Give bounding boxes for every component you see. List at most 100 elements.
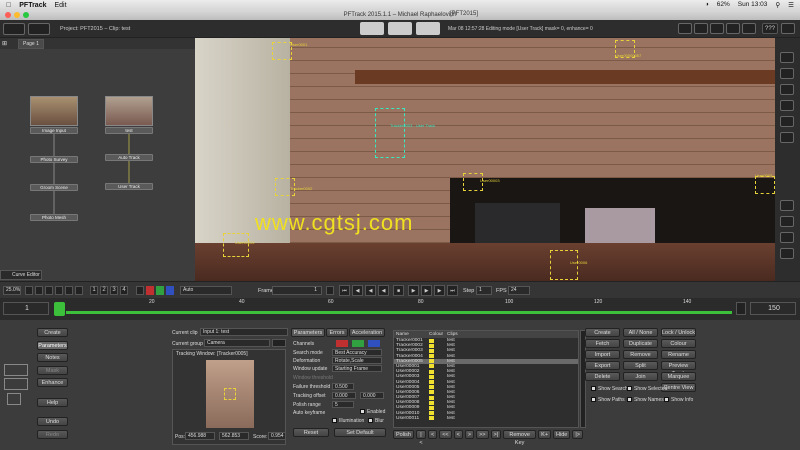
show-paths-checkbox[interactable]: Show Paths [591,397,625,403]
pos-y-field[interactable]: 562.853 [219,432,249,440]
redo-button[interactable]: Redo [37,430,68,439]
list-footer-button[interactable]: |< [415,430,426,446]
fps-field[interactable]: 24 [508,286,530,295]
frame-field[interactable]: 1 [272,286,322,295]
play-back-button[interactable]: ◀ [365,285,376,296]
overlay-icon[interactable] [780,200,794,211]
next-frame-button[interactable]: ▶ [408,285,419,296]
minimize-window-button[interactable] [14,12,20,18]
column-colour[interactable]: Colour [429,331,447,338]
go-start-button[interactable]: ⏮ [339,285,350,296]
list-footer-button[interactable]: |> [572,430,583,439]
preview-track-button[interactable]: Preview Track [661,361,696,377]
zoom-icon[interactable] [45,286,53,295]
settings-icon[interactable] [710,23,724,34]
set-default-button[interactable]: Set Default [334,428,386,437]
display-mode-select[interactable]: Auto [180,286,232,295]
triple-view-icon[interactable] [780,132,794,143]
go-end-button[interactable]: ⏭ [447,285,458,296]
list-footer-button[interactable]: Polish [393,430,414,439]
view-3-button[interactable]: 3 [110,286,118,295]
view-1-button[interactable]: 1 [90,286,98,295]
duplicate-button[interactable]: Duplicate [623,339,658,348]
sync-view-icon[interactable] [388,22,412,35]
step-field[interactable]: 1 [476,286,492,295]
tracker-marker[interactable] [223,233,249,257]
node-view-icon[interactable] [3,23,25,35]
channel-green-icon[interactable] [156,286,164,295]
loop-icon[interactable] [326,286,334,295]
remove-button[interactable]: Remove [623,350,658,359]
marquee-button[interactable]: Marquee [661,372,696,381]
list-footer-button[interactable]: K+ [538,430,552,439]
wifi-icon[interactable]: ◑ [705,1,709,9]
fetch-button[interactable]: Fetch [585,339,620,348]
movie-icon[interactable] [742,23,756,34]
view-4-button[interactable]: 4 [120,286,128,295]
apple-icon[interactable]:  [6,2,11,9]
list-footer-button[interactable]: > [464,430,475,439]
menu-list-icon[interactable]: ☰ [788,1,794,9]
tools-icon[interactable] [28,23,50,35]
step-back-button[interactable]: ◀ [352,285,363,296]
channel-blue-icon[interactable] [166,286,174,295]
tracker-marker[interactable] [755,176,775,194]
track-tool-icon[interactable] [4,364,28,376]
clock[interactable]: Sun 13:03 [738,1,768,9]
notes-tab-button[interactable]: Notes [37,353,68,362]
failure-threshold-field[interactable]: 0.500 [332,383,354,390]
snapshot-icon[interactable] [726,23,740,34]
show-search-checkbox[interactable]: Show Search [591,386,628,392]
rename-button[interactable]: Rename [661,350,696,359]
lock-unlock-button[interactable]: Lock / Unlock [661,328,696,337]
stop-button[interactable]: ■ [393,285,404,296]
export-button[interactable]: Export [585,361,620,370]
timeline-playhead[interactable] [54,302,65,316]
horizontal-view-icon[interactable] [780,100,794,111]
colour-icon[interactable] [780,232,794,243]
show-names-checkbox[interactable]: Show Names [627,397,664,403]
menu-edit[interactable]: Edit [55,2,67,9]
list-footer-button[interactable]: Remove Key [503,430,537,446]
list-footer-button[interactable]: < [453,430,463,439]
tracker-marker[interactable] [272,42,292,60]
column-clips[interactable]: Clips [447,331,487,338]
menu-app[interactable]: PFTrack [19,2,46,9]
vertical-view-icon[interactable] [780,116,794,127]
tracker-marker[interactable] [550,250,578,280]
list-footer-button[interactable]: Hide [553,430,571,439]
timeline-track[interactable] [66,311,732,314]
parameters-tab-button[interactable]: Parameters [37,341,68,350]
delete-button[interactable]: Delete [585,372,620,381]
curve-editor-button[interactable]: Curve Editor [0,270,42,280]
fit-icon[interactable] [25,286,33,295]
create-tab-button[interactable]: Create [37,328,68,337]
import-button[interactable]: Import [585,350,620,359]
pan-icon[interactable] [35,286,43,295]
blur-checkbox[interactable]: Blur [368,418,384,424]
group-add-icon[interactable] [272,339,286,347]
list-footer-button[interactable]: >| [490,430,502,439]
show-selected-checkbox[interactable]: Show Selected [627,386,667,392]
timeline-end-field[interactable]: 150 [750,302,796,315]
zoom-field[interactable]: 25.0% [3,286,21,295]
step-forward-button[interactable]: ▶ [434,285,445,296]
grid-icon[interactable] [694,23,708,34]
join-button[interactable]: Join [623,372,658,381]
info-icon[interactable] [780,248,794,259]
channel-all-icon[interactable] [136,286,144,295]
layers-icon[interactable] [780,216,794,227]
list-footer-button[interactable]: << [439,430,452,439]
colour-button[interactable]: Colour [661,339,696,348]
timeline-range-icon[interactable] [736,302,746,315]
close-window-button[interactable] [5,12,11,18]
search-mode-select[interactable]: Best Accuracy [332,349,382,356]
fullscreen-icon[interactable] [781,23,795,34]
split-button[interactable]: Split [623,361,658,370]
tracker-row-colour[interactable] [429,416,447,421]
deformation-select[interactable]: Rotate,Scale [332,357,382,364]
create-button[interactable]: Create [585,328,620,337]
selected-tracker[interactable] [375,108,405,158]
tab-parameters[interactable]: Parameters [291,328,325,337]
undo-button[interactable]: Undo [37,417,68,426]
